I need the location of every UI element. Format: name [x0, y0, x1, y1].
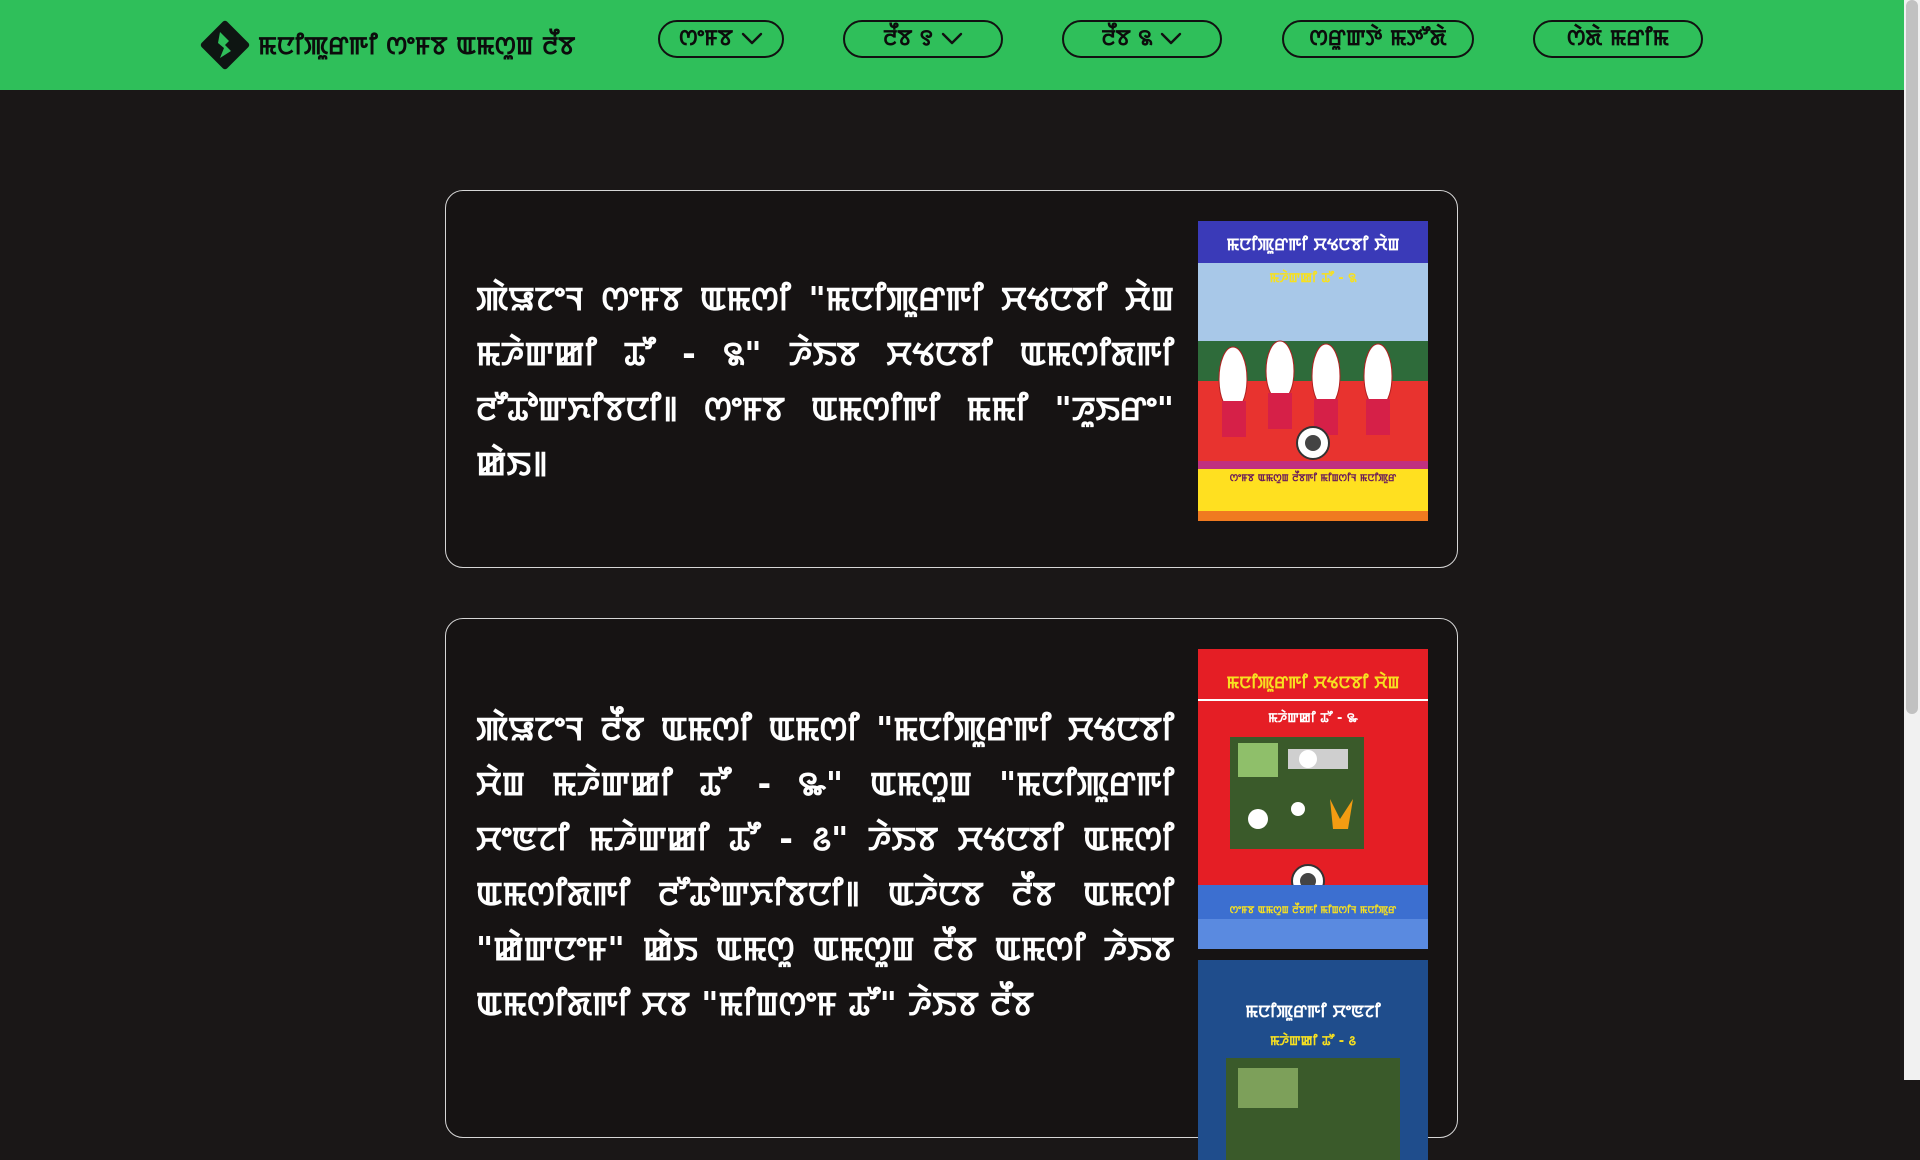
cover-title: ꯃꯅꯤꯄꯨꯔꯒꯤ ꯆꯠꯅꯕꯤ ꯆꯥꯡ: [1226, 673, 1400, 693]
brand-title: ꯃꯅꯤꯄꯨꯔꯒꯤ ꯁꯦꯝꯕ ꯑꯃꯁꯨꯡ ꯂꯩꯕ: [258, 30, 576, 60]
scrollbar-thumb[interactable]: [1906, 0, 1918, 714]
cover-subtitle: ꯃꯍꯥꯛꯀꯤ ꯊꯧ - ꯳: [1268, 711, 1358, 726]
cover-title: ꯃꯅꯤꯄꯨꯔꯒꯤ ꯆꯠꯅꯕꯤ ꯆꯥꯡ: [1226, 235, 1400, 255]
book-cover-image[interactable]: ꯃꯅꯤꯄꯨꯔꯒꯤ ꯆꯠꯅꯕꯤ ꯆꯥꯡ ꯃꯍꯥꯛꯀꯤ ꯊꯧ - ꯳ ꯁꯦꯝꯕ ꯑꯃ…: [1198, 649, 1428, 949]
cover-subtitle: ꯃꯍꯥꯛꯀꯤ ꯊꯧ - ꯲: [1269, 271, 1357, 286]
cover-footer: ꯁꯦꯝꯕ ꯑꯃꯁꯨꯡ ꯂꯩꯕꯒꯤ ꯃꯤꯡꯁꯤꯜ ꯃꯅꯤꯄꯨꯔ: [1229, 473, 1397, 484]
cover-subtitle: ꯃꯍꯥꯛꯀꯤ ꯊꯧ - ꯴: [1269, 1034, 1357, 1049]
brand-link[interactable]: ꯃꯅꯤꯄꯨꯔꯒꯤ ꯁꯦꯝꯕ ꯑꯃꯁꯨꯡ ꯂꯩꯕ: [198, 18, 575, 72]
nav-item-label: ꯁꯥꯗꯥ ꯃꯔꯤꯃ: [1567, 26, 1669, 51]
chevron-down-icon: [1161, 32, 1182, 45]
card-description: ꯄꯥꯎꯖꯦꯜ ꯂꯩꯕ ꯑꯃꯁꯤ ꯑꯃꯁꯤ "ꯃꯅꯤꯄꯨꯔꯒꯤ ꯆꯠꯅꯕꯤ ꯆꯥꯡ…: [476, 709, 1174, 1023]
chevron-down-icon: [741, 32, 763, 45]
nav-item-contact[interactable]: ꯁꯥꯗꯥ ꯃꯔꯤꯃ: [1533, 20, 1703, 58]
book-cover-image[interactable]: ꯃꯅꯤꯄꯨꯔꯒꯤ ꯆꯠꯅꯕꯤ ꯆꯥꯡ ꯃꯍꯥꯛꯀꯤ ꯊꯧ - ꯲ ꯁꯦꯝꯕ ꯑꯃ…: [1198, 221, 1428, 521]
cover-footer: ꯁꯦꯝꯕ ꯑꯃꯁꯨꯡ ꯂꯩꯕꯒꯤ ꯃꯤꯡꯁꯤꯜ ꯃꯅꯤꯄꯨꯔ: [1229, 905, 1397, 916]
cover-title: ꯃꯅꯤꯄꯨꯔꯒꯤ ꯆꯦꯟꯖꯤ: [1245, 1002, 1381, 1022]
cover-illustration: [1198, 649, 1428, 949]
content-card: ꯄꯥꯎꯖꯦꯜ ꯁꯦꯝꯕ ꯑꯃꯁꯤ "ꯃꯅꯤꯄꯨꯔꯒꯤ ꯆꯠꯅꯕꯤ ꯆꯥꯡ ꯃꯍꯥ…: [445, 190, 1458, 568]
top-navbar: ꯃꯅꯤꯄꯨꯔꯒꯤ ꯁꯦꯝꯕ ꯑꯃꯁꯨꯡ ꯂꯩꯕ ꯁꯦꯝꯕ ꯂꯩꯕ ꯱ ꯂꯩꯕ ꯲…: [0, 0, 1904, 90]
scrollbar-track[interactable]: [1904, 0, 1920, 1080]
nav-item-about[interactable]: ꯁꯔꯨꯛꯇꯥ ꯃꯇꯧꯗꯥ: [1282, 20, 1474, 58]
nav-item-label: ꯁꯦꯝꯕ: [679, 26, 733, 51]
card-description: ꯄꯥꯎꯖꯦꯜ ꯁꯦꯝꯕ ꯑꯃꯁꯤ "ꯃꯅꯤꯄꯨꯔꯒꯤ ꯆꯠꯅꯕꯤ ꯆꯥꯡ ꯃꯍꯥ…: [476, 279, 1174, 483]
nav-dropdown-shemba[interactable]: ꯁꯦꯝꯕ: [658, 20, 784, 58]
nav-item-label: ꯂꯩꯕ ꯱: [883, 26, 933, 51]
cover-illustration: [1198, 960, 1428, 1160]
chevron-down-icon: [941, 32, 963, 45]
nav-dropdown-leiba-2[interactable]: ꯂꯩꯕ ꯲: [1062, 20, 1222, 58]
content-card: ꯄꯥꯎꯖꯦꯜ ꯂꯩꯕ ꯑꯃꯁꯤ ꯑꯃꯁꯤ "ꯃꯅꯤꯄꯨꯔꯒꯤ ꯆꯠꯅꯕꯤ ꯆꯥꯡ…: [445, 618, 1458, 1160]
logo-icon: [200, 20, 250, 70]
nav-item-label: ꯂꯩꯕ ꯲: [1101, 26, 1153, 51]
nav-dropdown-leiba-1[interactable]: ꯂꯩꯕ ꯱: [843, 20, 1003, 58]
nav-item-label: ꯁꯔꯨꯛꯇꯥ ꯃꯇꯧꯗꯥ: [1309, 26, 1447, 51]
book-cover-image[interactable]: ꯃꯅꯤꯄꯨꯔꯒꯤ ꯆꯦꯟꯖꯤ ꯃꯍꯥꯛꯀꯤ ꯊꯧ - ꯴: [1198, 960, 1428, 1160]
